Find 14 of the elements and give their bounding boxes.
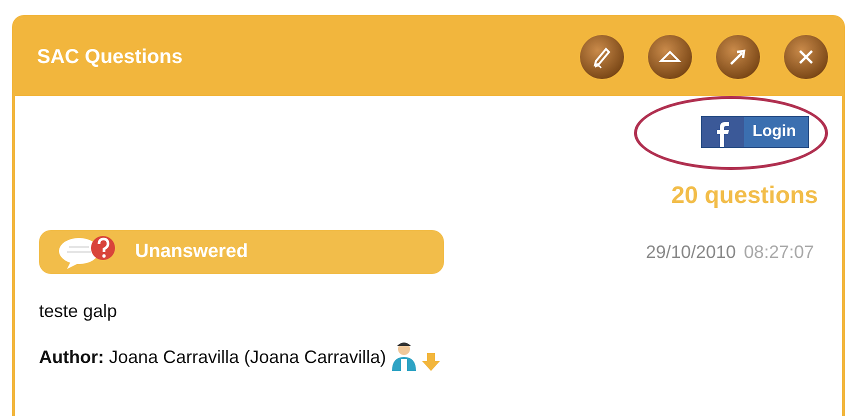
facebook-login-button[interactable]: Login bbox=[701, 116, 809, 148]
question-count: 20 questions bbox=[671, 181, 818, 211]
author-line: Author: Joana Carravilla (Joana Carravilla) bbox=[39, 346, 386, 369]
status-label: Unanswered bbox=[135, 240, 248, 264]
question-time: 08:27:07 bbox=[744, 240, 814, 264]
question-date: 29/10/2010 bbox=[646, 240, 736, 264]
panel-title: SAC Questions bbox=[37, 45, 183, 70]
collapse-button[interactable] bbox=[648, 35, 692, 79]
popout-button[interactable] bbox=[716, 35, 760, 79]
facebook-icon bbox=[716, 121, 730, 147]
question-text: teste galp bbox=[39, 300, 118, 323]
user-icon bbox=[390, 341, 418, 371]
edit-button[interactable] bbox=[580, 35, 624, 79]
close-button[interactable] bbox=[784, 35, 828, 79]
